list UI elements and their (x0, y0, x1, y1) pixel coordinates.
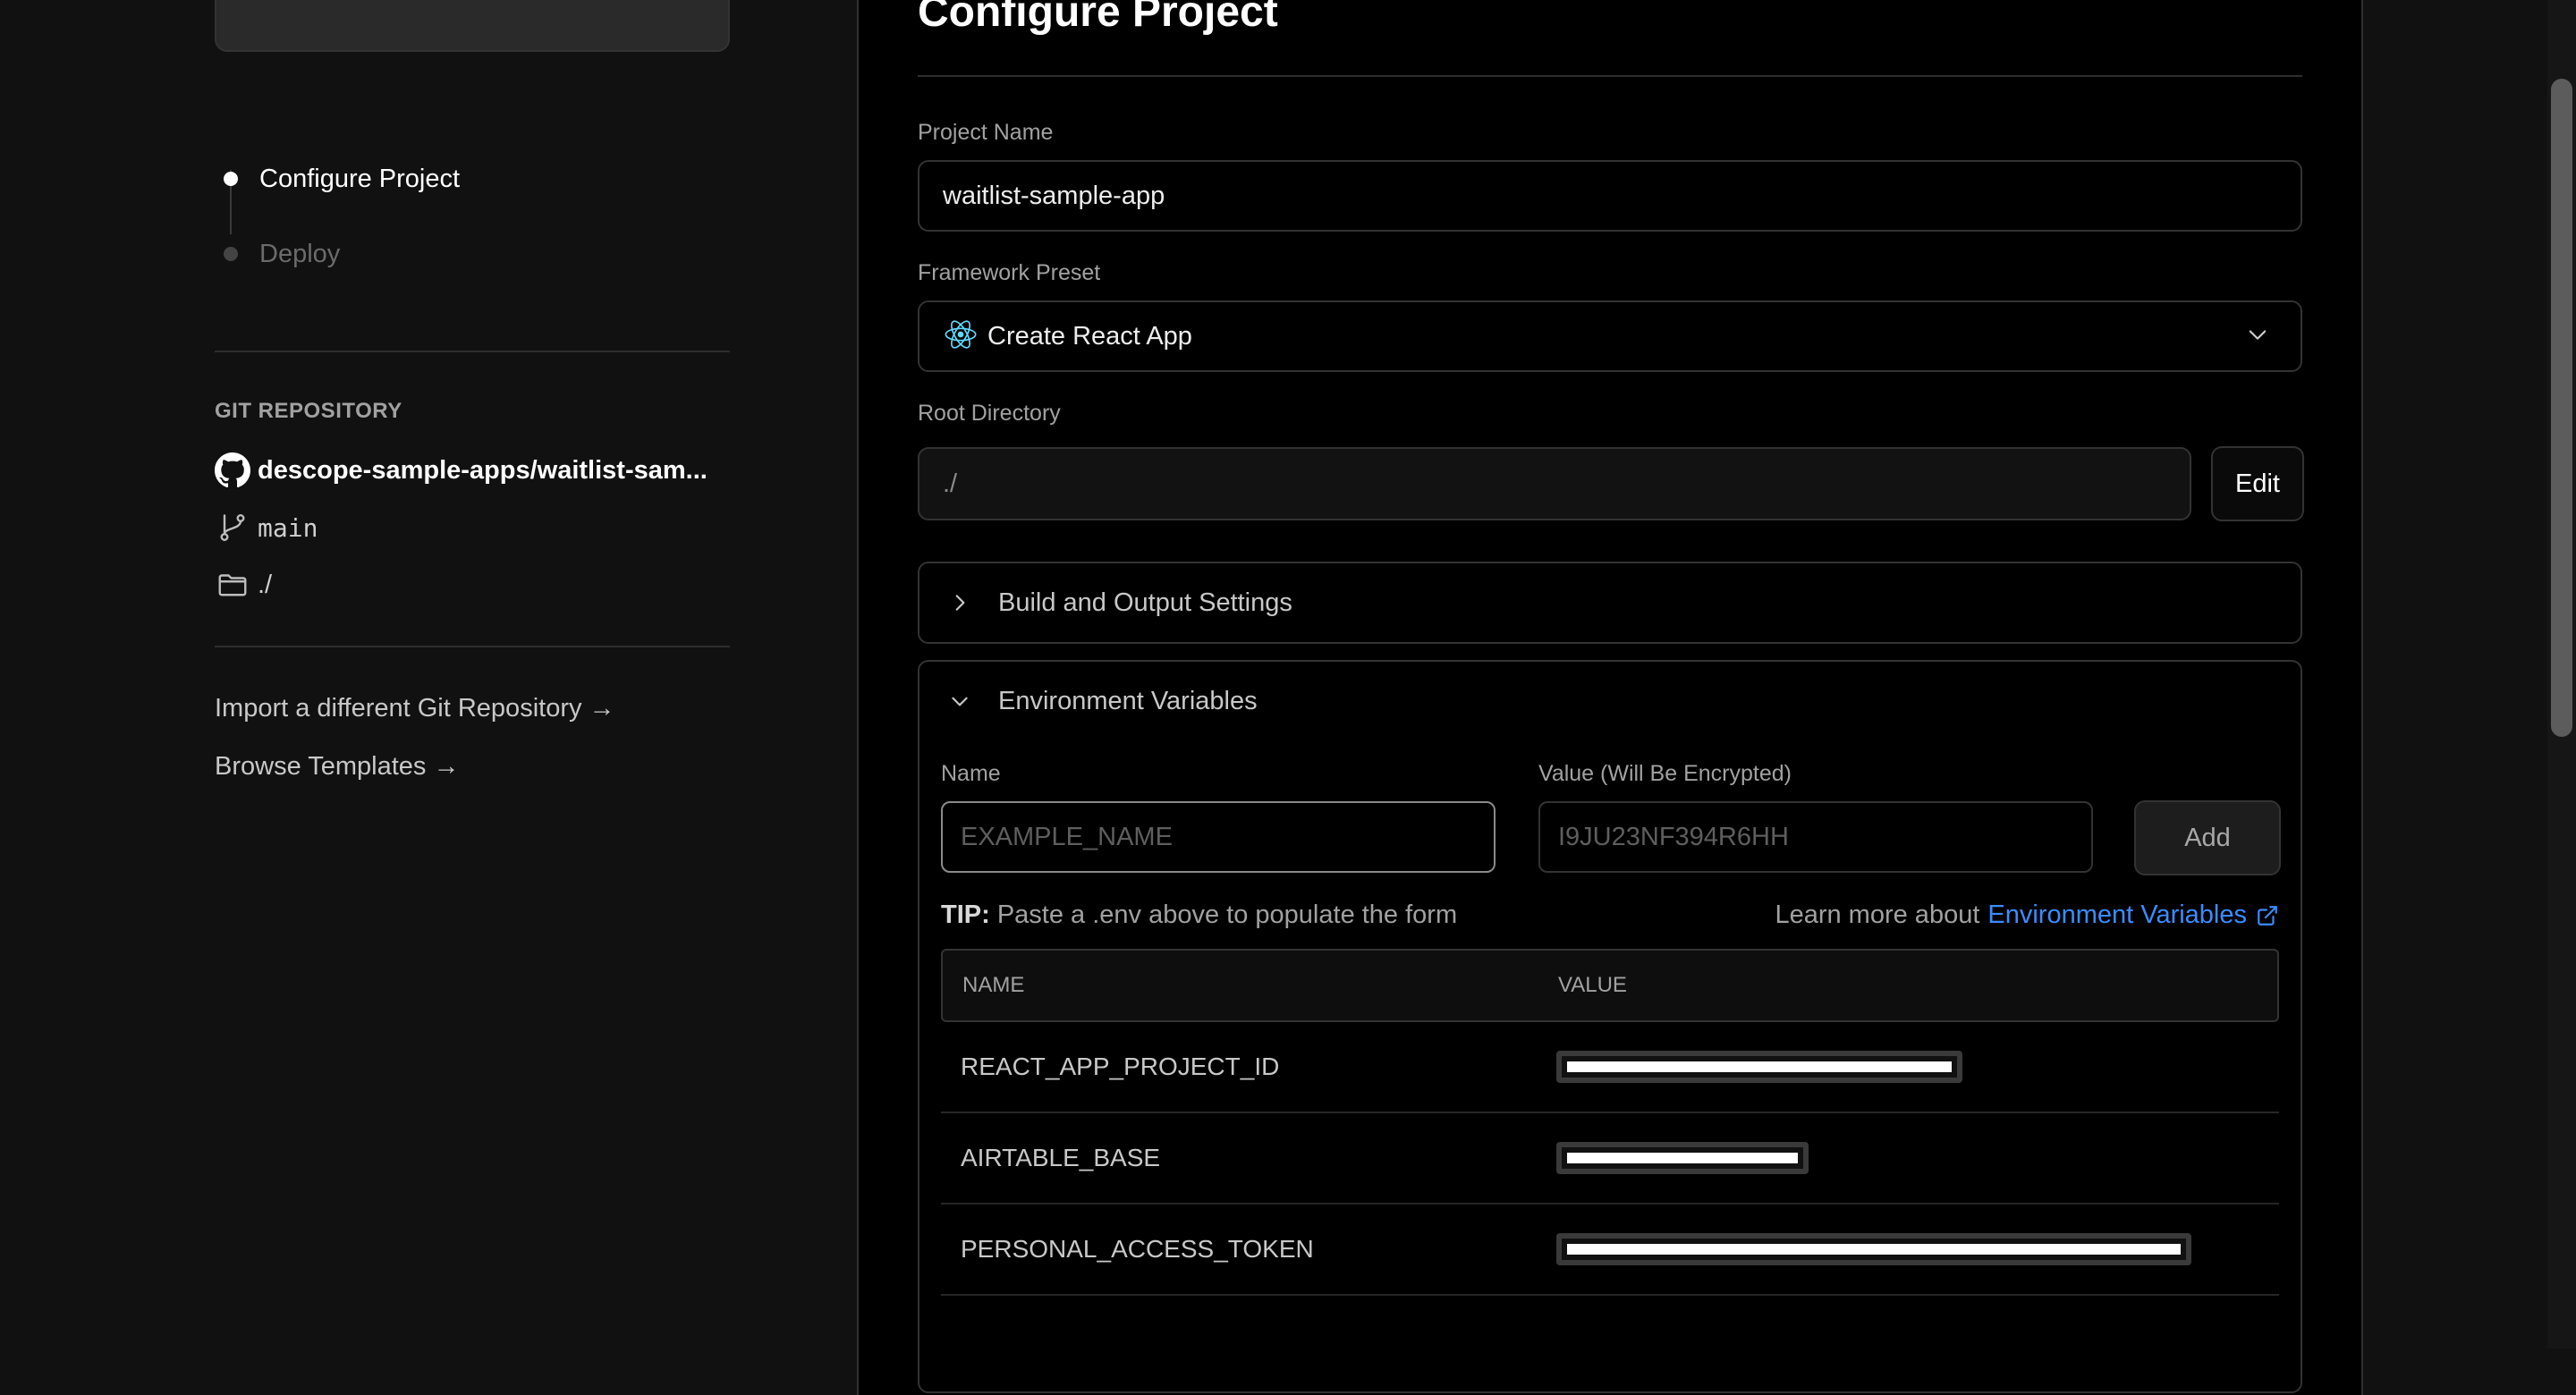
tip-prefix: TIP: (941, 900, 990, 929)
root-directory-value: ./ (943, 469, 958, 498)
env-value-label: Value (Will Be Encrypted) (1538, 761, 1792, 786)
project-name-label: Project Name (918, 120, 1054, 145)
step-dot-active (224, 172, 238, 186)
env-variables-table: NAME VALUE REACT_APP_PROJECT_ID AIRTABLE… (941, 949, 2279, 1296)
github-icon (215, 452, 250, 488)
project-name-input[interactable] (943, 181, 2301, 211)
import-different-repo-link[interactable]: Import a different Git Repository → (215, 694, 615, 723)
environment-variables-header[interactable]: Environment Variables (919, 662, 2301, 740)
table-row[interactable]: AIRTABLE_BASE (941, 1113, 2279, 1205)
title-divider (918, 75, 2302, 77)
step-dot-inactive (224, 247, 238, 261)
react-icon (943, 317, 979, 357)
step-label: Deploy (259, 239, 341, 268)
environment-variables-docs-link[interactable]: Environment Variables (1987, 900, 2247, 930)
repo-name: descope-sample-apps/waitlist-sam... (258, 455, 708, 485)
directory-path: ./ (258, 570, 273, 599)
env-name-input[interactable] (961, 822, 1494, 852)
framework-preset-label: Framework Preset (918, 260, 1101, 285)
env-value-input[interactable] (1558, 822, 2091, 852)
env-var-name: PERSONAL_ACCESS_TOKEN (961, 1235, 1314, 1263)
redacted-value (1556, 1051, 1962, 1083)
env-tip: TIP: Paste a .env above to populate the … (941, 900, 1457, 930)
env-table-header: NAME VALUE (941, 949, 2279, 1022)
scrollbar-thumb[interactable] (2551, 79, 2572, 737)
step-configure-project: Configure Project (215, 141, 460, 216)
step-deploy: Deploy (215, 216, 460, 292)
branch-row: main (215, 510, 318, 545)
repo-row[interactable]: descope-sample-apps/waitlist-sam... (215, 452, 708, 488)
framework-value: Create React App (987, 321, 1192, 351)
framework-preset-select[interactable]: Create React App (918, 300, 2302, 372)
table-row[interactable]: PERSONAL_ACCESS_TOKEN (941, 1205, 2279, 1296)
learn-more: Learn more about Environment Variables (1775, 900, 2279, 930)
learn-more-text: Learn more about (1775, 900, 1980, 929)
table-row[interactable]: REACT_APP_PROJECT_ID (941, 1022, 2279, 1113)
folder-icon (215, 567, 250, 603)
col-name-header: NAME (962, 973, 1025, 997)
import-card (215, 0, 730, 52)
branch-name: main (258, 512, 318, 543)
directory-row: ./ (215, 567, 272, 603)
chevron-down-icon (946, 688, 973, 714)
chevron-down-icon (2245, 322, 2270, 351)
tip-text: Paste a .env above to populate the form (989, 900, 1458, 929)
root-directory-label: Root Directory (918, 401, 1061, 426)
root-directory-field: ./ (918, 447, 2191, 520)
git-branch-icon (215, 510, 250, 545)
framework-selected: Create React App (943, 317, 1192, 357)
env-name-label: Name (941, 761, 1001, 786)
redacted-value (1556, 1142, 1809, 1174)
external-link-icon[interactable] (2256, 904, 2279, 927)
left-column: Configure Project Deploy GIT REPOSITORY … (0, 0, 859, 1348)
env-value-field[interactable] (1538, 801, 2093, 873)
env-var-name: AIRTABLE_BASE (961, 1144, 1161, 1171)
edit-root-directory-button[interactable]: Edit (2211, 446, 2304, 521)
env-name-field[interactable] (941, 801, 1496, 873)
add-env-variable-button[interactable]: Add (2134, 800, 2281, 875)
git-repository-heading: GIT REPOSITORY (215, 399, 402, 423)
build-output-settings-label: Build and Output Settings (998, 588, 1292, 617)
page-title: Configure Project (918, 0, 1278, 36)
col-value-header: VALUE (1558, 973, 1627, 997)
build-output-settings-header[interactable]: Build and Output Settings (919, 563, 2301, 642)
redacted-value (1556, 1233, 2191, 1265)
sidebar-divider (215, 646, 730, 647)
browse-templates-link[interactable]: Browse Templates → (215, 752, 459, 782)
chevron-right-icon (946, 589, 973, 616)
build-output-settings[interactable]: Build and Output Settings (918, 562, 2302, 644)
step-label: Configure Project (259, 164, 461, 193)
progress-steps: Configure Project Deploy (215, 141, 460, 292)
sidebar-divider (215, 351, 730, 352)
env-var-name: REACT_APP_PROJECT_ID (961, 1053, 1280, 1080)
environment-variables-label: Environment Variables (998, 686, 1258, 715)
project-name-field[interactable] (918, 160, 2302, 232)
